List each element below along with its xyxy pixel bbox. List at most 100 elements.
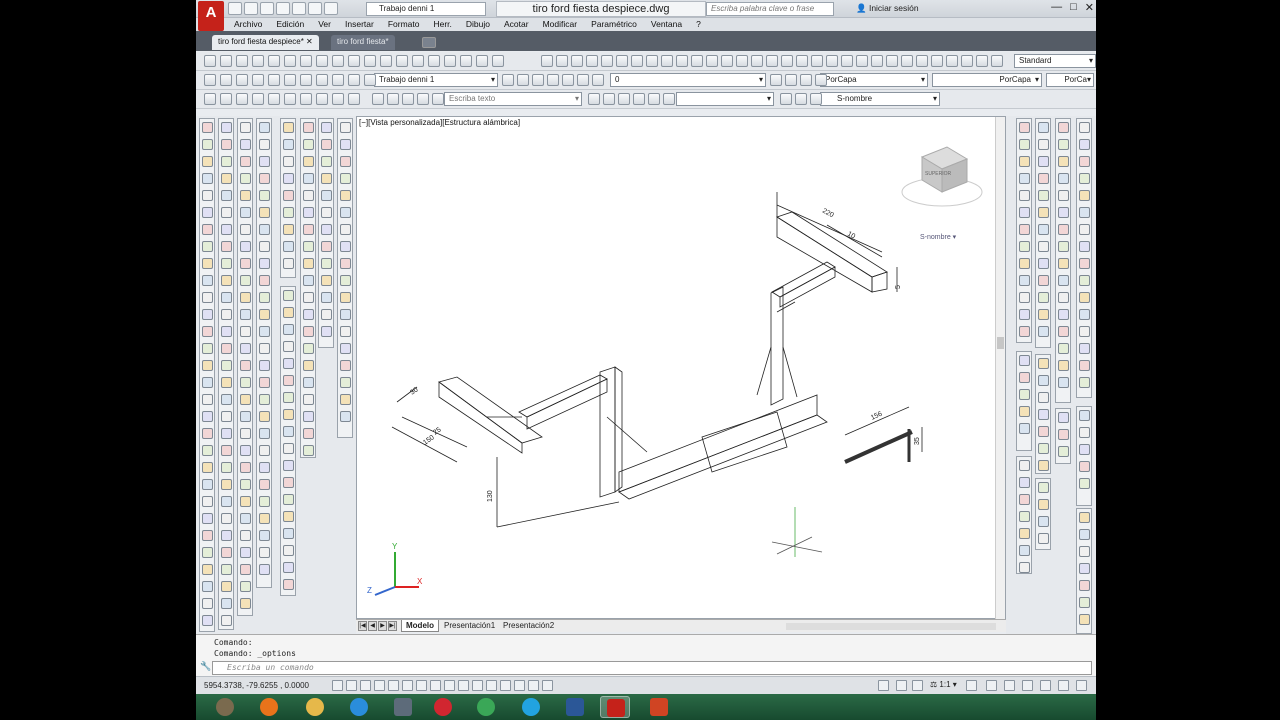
scroll-thumb[interactable] — [997, 337, 1004, 349]
blank-combo[interactable] — [676, 92, 774, 106]
palette-tool-icon[interactable] — [221, 445, 232, 456]
palette-tool-icon[interactable] — [283, 341, 294, 352]
toolbar-tool-icon[interactable] — [976, 55, 988, 67]
status-toggle-icon[interactable] — [402, 680, 413, 691]
palette-tool-icon[interactable] — [321, 258, 332, 269]
login-button[interactable]: 👤 Iniciar sesión — [856, 3, 919, 14]
toolbar-tool-icon[interactable] — [444, 55, 456, 67]
palette-tool-icon[interactable] — [303, 343, 314, 354]
drawing-canvas[interactable]: 220 10 5 30 25 150 130 156 35 Y X Z SUPE… — [357, 117, 997, 620]
toolbar-tool-icon[interactable] — [780, 93, 792, 105]
palette-tool-icon[interactable] — [283, 224, 294, 235]
palette-tool-icon[interactable] — [240, 139, 251, 150]
palette-tool-icon[interactable] — [240, 292, 251, 303]
palette-tool-icon[interactable] — [1058, 207, 1069, 218]
toolbar-tool-icon[interactable] — [826, 55, 838, 67]
palette-tool-icon[interactable] — [283, 494, 294, 505]
status-toggle-icon[interactable] — [486, 680, 497, 691]
palette-tool-icon[interactable] — [1079, 478, 1090, 489]
palette-tool-icon[interactable] — [283, 358, 294, 369]
palette-tool-icon[interactable] — [259, 309, 270, 320]
toolbar-tool-icon[interactable] — [284, 93, 296, 105]
palette-tool-icon[interactable] — [202, 190, 213, 201]
palette-tool-icon[interactable] — [221, 275, 232, 286]
palette-tool-icon[interactable] — [283, 207, 294, 218]
palette-tool-icon[interactable] — [340, 343, 351, 354]
palette-tool-icon[interactable] — [202, 394, 213, 405]
help-search-input[interactable]: Escriba palabra clave o frase — [706, 2, 834, 16]
menu-formato[interactable]: Formato — [388, 18, 420, 31]
palette-tool-icon[interactable] — [1058, 360, 1069, 371]
palette-tool-icon[interactable] — [1019, 173, 1030, 184]
toolbar-tool-icon[interactable] — [372, 93, 384, 105]
toolbar-tool-icon[interactable] — [571, 55, 583, 67]
palette-tool-icon[interactable] — [321, 207, 332, 218]
palette-tool-icon[interactable] — [1019, 389, 1030, 400]
palette-tool-icon[interactable] — [1058, 190, 1069, 201]
palette-tool-icon[interactable] — [340, 190, 351, 201]
palette-tool-icon[interactable] — [1079, 512, 1090, 523]
palette-tool-icon[interactable] — [1079, 292, 1090, 303]
palette-tool-icon[interactable] — [340, 122, 351, 133]
status-toggle-icon[interactable] — [542, 680, 553, 691]
palette-tool-icon[interactable] — [1038, 358, 1049, 369]
palette-tool-icon[interactable] — [259, 428, 270, 439]
palette-tool-icon[interactable] — [259, 207, 270, 218]
palette-tool-icon[interactable] — [1079, 580, 1090, 591]
toolbar-tool-icon[interactable] — [815, 74, 827, 86]
palette-tool-icon[interactable] — [283, 290, 294, 301]
toolbar-tool-icon[interactable] — [460, 55, 472, 67]
toolbar-tool-icon[interactable] — [766, 55, 778, 67]
palette-tool-icon[interactable] — [259, 564, 270, 575]
palette-tool-icon[interactable] — [1079, 614, 1090, 625]
palette-tool-icon[interactable] — [202, 615, 213, 626]
palette-tool-icon[interactable] — [221, 139, 232, 150]
palette-tool-icon[interactable] — [1038, 173, 1049, 184]
palette-tool-icon[interactable] — [1038, 426, 1049, 437]
palette-tool-icon[interactable] — [1019, 511, 1030, 522]
toolbar-tool-icon[interactable] — [586, 55, 598, 67]
palette-tool-icon[interactable] — [303, 377, 314, 388]
palette-tool-icon[interactable] — [240, 598, 251, 609]
palette-tool-icon[interactable] — [221, 547, 232, 558]
palette-tool-icon[interactable] — [1058, 446, 1069, 457]
toolbar-tool-icon[interactable] — [810, 93, 822, 105]
palette-tool-icon[interactable] — [1038, 275, 1049, 286]
vertical-scrollbar[interactable] — [995, 117, 1005, 620]
toolbar-tool-icon[interactable] — [220, 74, 232, 86]
palette-tool-icon[interactable] — [321, 173, 332, 184]
toolbar-tool-icon[interactable] — [236, 93, 248, 105]
toolbar-tool-icon[interactable] — [252, 93, 264, 105]
palette-tool-icon[interactable] — [240, 156, 251, 167]
palette-tool-icon[interactable] — [221, 411, 232, 422]
palette-tool-icon[interactable] — [1058, 241, 1069, 252]
palette-tool-icon[interactable] — [1038, 326, 1049, 337]
palette-tool-icon[interactable] — [259, 326, 270, 337]
palette-tool-icon[interactable] — [321, 224, 332, 235]
palette-tool-icon[interactable] — [1038, 190, 1049, 201]
toolbar-tool-icon[interactable] — [220, 93, 232, 105]
palette-tool-icon[interactable] — [1058, 326, 1069, 337]
palette-tool-icon[interactable] — [221, 122, 232, 133]
palette-tool-icon[interactable] — [303, 173, 314, 184]
palette-tool-icon[interactable] — [303, 224, 314, 235]
toolbar-tool-icon[interactable] — [332, 55, 344, 67]
palette-tool-icon[interactable] — [303, 411, 314, 422]
palette-tool-icon[interactable] — [1079, 173, 1090, 184]
palette-tool-icon[interactable] — [321, 309, 332, 320]
palette-tool-icon[interactable] — [221, 360, 232, 371]
palette-tool-icon[interactable] — [321, 122, 332, 133]
palette-tool-icon[interactable] — [283, 511, 294, 522]
palette-tool-icon[interactable] — [1038, 292, 1049, 303]
palette-tool-icon[interactable] — [303, 428, 314, 439]
new-icon[interactable] — [228, 2, 242, 15]
palette-tool-icon[interactable] — [240, 564, 251, 575]
maximize-button[interactable]: □ — [1070, 1, 1077, 14]
palette-tool-icon[interactable] — [240, 462, 251, 473]
palette-tool-icon[interactable] — [1019, 156, 1030, 167]
status-tool-icon[interactable] — [1076, 680, 1087, 691]
toolbar-tool-icon[interactable] — [841, 55, 853, 67]
toolbar-tool-icon[interactable] — [631, 55, 643, 67]
toolbar-tool-icon[interactable] — [785, 74, 797, 86]
palette-tool-icon[interactable] — [1038, 122, 1049, 133]
